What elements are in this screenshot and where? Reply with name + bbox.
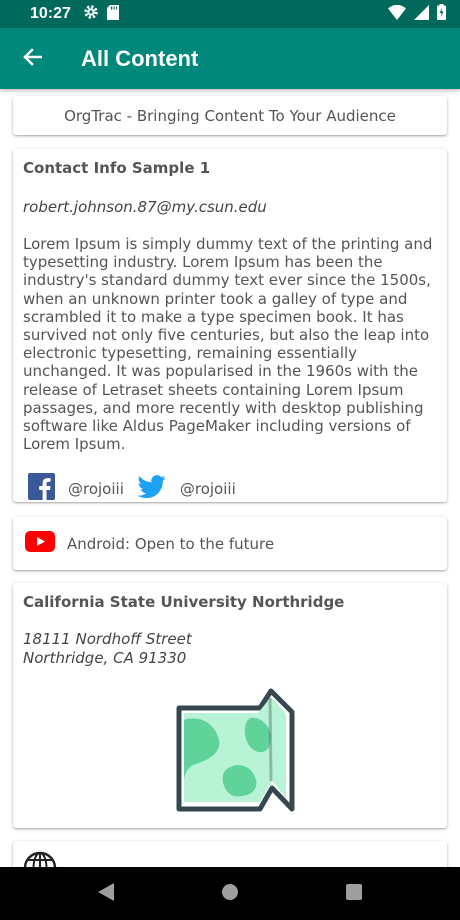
header-text: OrgTrac - Bringing Content To Your Audie…: [64, 106, 396, 125]
address-title: California State University Northridge: [23, 593, 345, 611]
navigation-bar: [0, 867, 460, 920]
nav-recents-button[interactable]: [292, 867, 416, 920]
arrow-back-icon: [22, 47, 43, 71]
social-row: @rojoiii @rojoiii: [23, 473, 437, 504]
back-triangle-icon: [97, 882, 115, 906]
contact-card[interactable]: Contact Info Sample 1 robert.johnson.87@…: [13, 149, 447, 502]
address-line-1: 18111 Nordhoff Street: [23, 630, 192, 648]
address-line-2: Northridge, CA 91330: [23, 649, 187, 667]
home-circle-icon: [221, 883, 239, 905]
app-bar: All Content: [0, 28, 460, 89]
contact-email[interactable]: robert.johnson.87@my.csun.edu: [23, 198, 437, 216]
back-button[interactable]: [8, 35, 56, 83]
recents-square-icon: [345, 883, 363, 905]
address-block: 18111 Nordhoff Street Northridge, CA 913…: [23, 630, 437, 668]
sd-card-icon: [106, 4, 119, 24]
twitter-icon[interactable]: [137, 475, 166, 503]
nav-home-button[interactable]: [168, 867, 292, 920]
map-icon[interactable]: [164, 686, 296, 820]
status-time: 10:27: [30, 5, 71, 22]
video-title: Android: Open to the future: [67, 534, 275, 553]
video-card[interactable]: Android: Open to the future: [13, 517, 447, 570]
gear-icon: [83, 4, 99, 24]
contact-description: Lorem Ipsum is simply dummy text of the …: [23, 235, 433, 454]
facebook-icon[interactable]: [28, 473, 55, 504]
address-card[interactable]: California State University Northridge 1…: [13, 583, 447, 828]
header-card: OrgTrac - Bringing Content To Your Audie…: [13, 96, 447, 135]
status-bar: 10:27: [0, 0, 460, 28]
twitter-handle[interactable]: @rojoiii: [180, 480, 236, 498]
page-title: All Content: [81, 45, 199, 71]
contact-title: Contact Info Sample 1: [23, 159, 211, 177]
youtube-icon: [25, 531, 55, 556]
web-card[interactable]: [13, 841, 447, 867]
battery-charging-icon: [437, 4, 446, 24]
facebook-handle[interactable]: @rojoiii: [68, 480, 124, 498]
content-list[interactable]: OrgTrac - Bringing Content To Your Audie…: [0, 89, 460, 867]
signal-icon: [414, 4, 429, 24]
nav-back-button[interactable]: [44, 867, 168, 920]
globe-icon: [23, 851, 57, 867]
wifi-icon: [388, 4, 406, 24]
